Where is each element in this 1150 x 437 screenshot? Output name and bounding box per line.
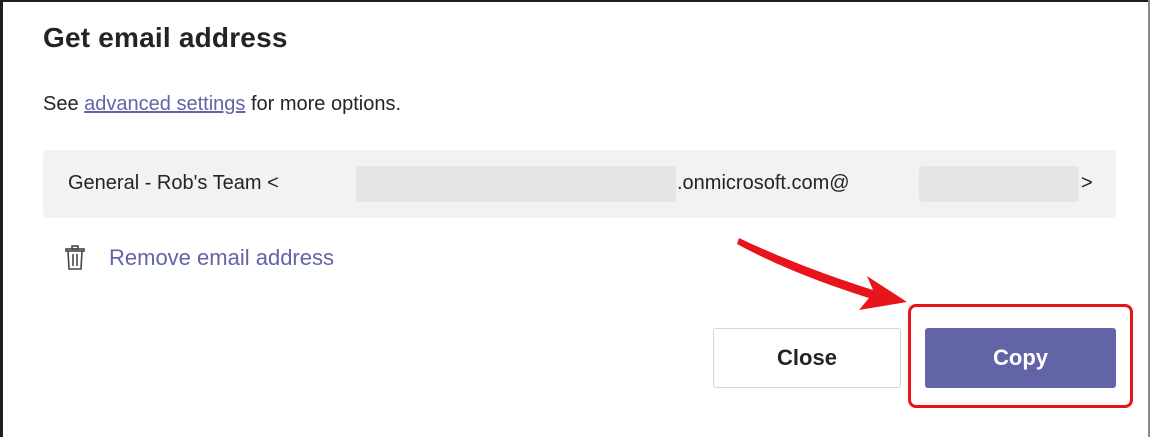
red-arrow-annotation — [737, 238, 907, 310]
email-prefix: General - Rob's Team < — [68, 172, 279, 194]
dialog-title: Get email address — [43, 22, 288, 53]
redacted-email-user — [356, 166, 676, 202]
dialog-description: See advanced settings for more options. — [43, 93, 401, 116]
dialog-border-left — [0, 0, 3, 437]
remove-email-link[interactable]: Remove email address — [109, 245, 334, 271]
advanced-settings-link[interactable]: advanced settings — [84, 93, 245, 115]
dialog: Get email address See advanced settings … — [0, 0, 1150, 437]
email-suffix: > — [1081, 172, 1093, 194]
dialog-border-top — [0, 0, 1150, 2]
description-suffix: for more options. — [245, 93, 402, 115]
email-domain: .onmicrosoft.com@ — [677, 172, 850, 194]
trash-icon — [65, 245, 85, 270]
remove-email-row[interactable]: Remove email address — [64, 240, 334, 276]
email-address-field[interactable]: General - Rob's Team < .onmicrosoft.com@… — [43, 150, 1116, 218]
copy-button[interactable]: Copy — [925, 328, 1116, 388]
description-prefix: See — [43, 93, 85, 115]
redacted-email-host — [919, 166, 1079, 202]
close-button[interactable]: Close — [713, 328, 901, 388]
